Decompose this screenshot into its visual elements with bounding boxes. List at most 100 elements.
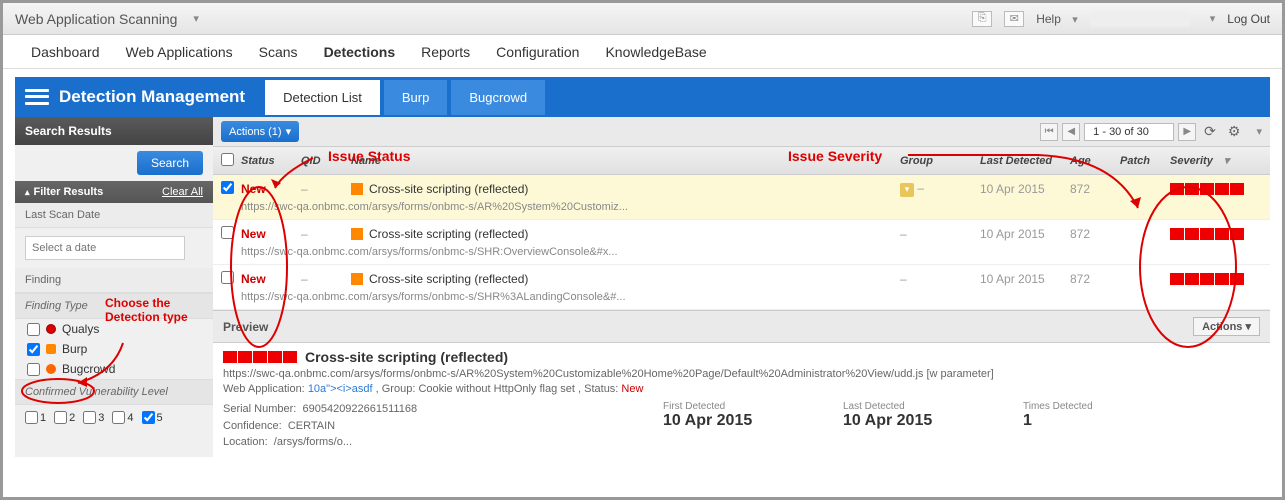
filter-burp-checkbox[interactable] [27,343,40,356]
table-row[interactable]: New – Cross-site scripting (reflected) ▾… [213,175,1270,220]
vuln-icon [351,228,363,240]
row-checkbox[interactable] [221,226,234,239]
row-url: https://swc-qa.onbmc.com/arsys/forms/onb… [213,246,1270,262]
date-input[interactable] [25,236,185,260]
tab-burp[interactable]: Burp [384,80,447,115]
level-4[interactable]: 4 [112,411,133,424]
row-age: 872 [1070,227,1120,241]
clear-all-link[interactable]: Clear All [162,186,203,198]
chevron-down-icon[interactable]: ▾ [1256,125,1262,138]
collapse-icon: ▴ [25,187,30,198]
col-status[interactable]: Status [241,155,301,167]
row-group: – [900,272,980,286]
search-results-header: Search Results [15,117,213,145]
row-status: New [241,182,301,196]
toolbar: Actions (1)▾ ⏮ ◀ 1 - 30 of 30 ▶ ⟳ ⚙ ▾ [213,117,1270,147]
refresh-icon[interactable]: ⟳ [1204,123,1216,140]
actions-button[interactable]: Actions (1)▾ [221,121,299,142]
nav-dashboard[interactable]: Dashboard [31,44,100,60]
table-row[interactable]: New – Cross-site scripting (reflected) –… [213,265,1270,310]
filter-bugcrowd[interactable]: Bugcrowd [15,359,213,379]
first-page-icon[interactable]: ⏮ [1040,123,1058,141]
preview-status: New [621,383,643,395]
search-button[interactable]: Search [137,151,203,175]
topbar: Web Application Scanning ▾ ⎘ ✉ Help ▾ ▾ … [3,3,1282,35]
nav-configuration[interactable]: Configuration [496,44,579,60]
filter-qualys[interactable]: Qualys [15,319,213,339]
row-name: Cross-site scripting (reflected) [351,182,900,196]
row-url: https://swc-qa.onbmc.com/arsys/forms/onb… [213,291,1270,307]
main-panel: Actions (1)▾ ⏮ ◀ 1 - 30 of 30 ▶ ⟳ ⚙ ▾ St… [213,117,1270,457]
qualys-icon [46,324,56,334]
sidebar: Search Results Search ▴ Filter Results C… [15,117,213,457]
col-patch[interactable]: Patch [1120,155,1170,167]
row-status: New [241,227,301,241]
col-name[interactable]: Name [351,155,900,167]
bugcrowd-icon [46,364,56,374]
row-last-detected: 10 Apr 2015 [980,182,1070,196]
preview-header: Preview Actions ▾ [213,310,1270,343]
select-all-checkbox[interactable] [221,153,234,166]
level-2[interactable]: 2 [54,411,75,424]
row-age: 872 [1070,182,1120,196]
col-age[interactable]: Age [1070,155,1120,167]
table-header: Status QID Name Group Last Detected Age … [213,147,1270,175]
vuln-icon [351,183,363,195]
preview-url: https://swc-qa.onbmc.com/arsys/forms/onb… [223,368,1260,380]
webapp-link[interactable]: 10a"><i>asdf [308,383,373,395]
nav-reports[interactable]: Reports [421,44,470,60]
vuln-icon [351,273,363,285]
nav-detections[interactable]: Detections [324,44,396,60]
mail-icon[interactable]: ✉ [1004,11,1024,27]
next-page-icon[interactable]: ▶ [1178,123,1196,141]
prev-page-icon[interactable]: ◀ [1062,123,1080,141]
chevron-down-icon[interactable]: ▾ [193,12,199,25]
tab-detection-list[interactable]: Detection List [265,80,380,115]
row-qid: – [301,182,351,196]
col-last-detected[interactable]: Last Detected [980,155,1070,167]
finding-label: Finding [15,268,213,293]
level-1[interactable]: 1 [25,411,46,424]
last-scan-date-label: Last Scan Date [15,203,213,228]
burp-icon [46,344,56,354]
row-url: https://swc-qa.onbmc.com/arsys/forms/onb… [213,201,1270,217]
page-title: Detection Management [59,87,245,107]
row-last-detected: 10 Apr 2015 [980,227,1070,241]
group-badge-icon: ▾ [900,183,914,197]
preview-title: Cross-site scripting (reflected) [305,349,508,365]
col-qid[interactable]: QID [301,155,351,167]
row-qid: – [301,272,351,286]
logout-link[interactable]: Log Out [1227,12,1270,26]
main-nav: Dashboard Web Applications Scans Detecti… [3,35,1282,69]
level-3[interactable]: 3 [83,411,104,424]
pager-text: 1 - 30 of 30 [1084,123,1174,141]
level-5[interactable]: 5 [142,411,163,424]
row-last-detected: 10 Apr 2015 [980,272,1070,286]
filter-qualys-checkbox[interactable] [27,323,40,336]
nav-webapps[interactable]: Web Applications [126,44,233,60]
filter-results-header[interactable]: ▴ Filter Results Clear All [15,181,213,203]
preview-body: Cross-site scripting (reflected) https:/… [213,343,1270,457]
filter-bugcrowd-checkbox[interactable] [27,363,40,376]
user-menu[interactable] [1090,11,1190,27]
tab-bugcrowd[interactable]: Bugcrowd [451,80,545,115]
help-menu[interactable]: Help ▾ [1036,12,1078,26]
export-icon[interactable]: ⎘ [972,11,992,27]
nav-knowledgebase[interactable]: KnowledgeBase [605,44,706,60]
chevron-down-icon: ▾ [286,125,292,138]
preview-actions-button[interactable]: Actions ▾ [1193,317,1260,336]
gear-icon[interactable]: ⚙ [1228,123,1241,140]
nav-scans[interactable]: Scans [259,44,298,60]
vuln-levels: 1 2 3 4 5 [15,405,213,430]
app-title: Web Application Scanning [15,11,177,27]
row-age: 872 [1070,272,1120,286]
pager: ⏮ ◀ 1 - 30 of 30 ▶ ⟳ ⚙ ▾ [1040,123,1262,141]
row-checkbox[interactable] [221,181,234,194]
col-group[interactable]: Group [900,155,980,167]
finding-type-label: Finding Type [15,293,213,319]
severity-indicator [1170,183,1270,195]
row-checkbox[interactable] [221,271,234,284]
col-severity[interactable]: Severity ▾ [1170,154,1270,167]
table-row[interactable]: New – Cross-site scripting (reflected) –… [213,220,1270,265]
filter-burp[interactable]: Burp [15,339,213,359]
